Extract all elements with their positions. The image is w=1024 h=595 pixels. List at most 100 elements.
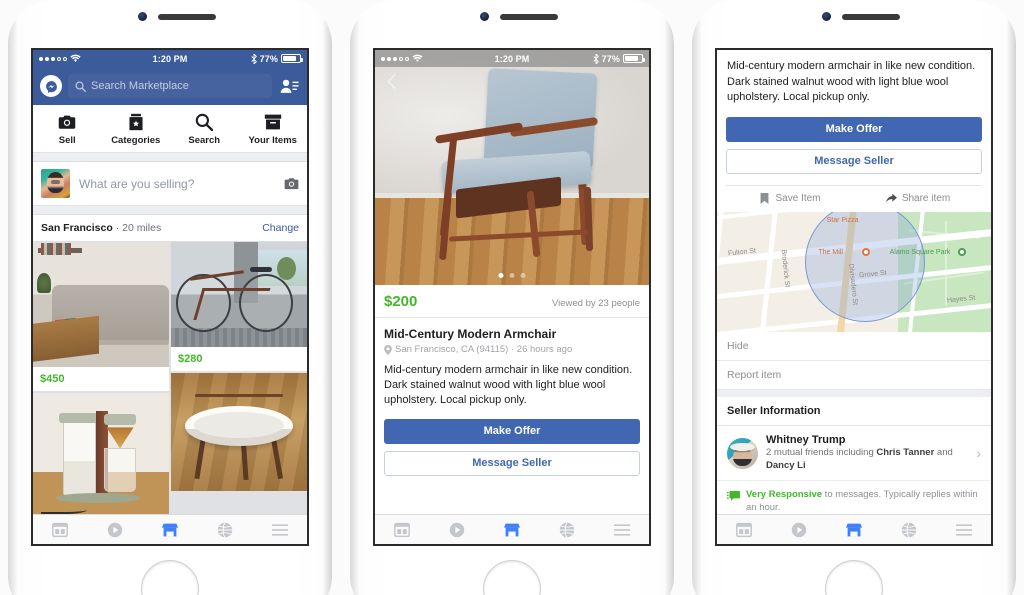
responsiveness-text: Very Responsive to messages. Typically r… xyxy=(746,489,978,514)
status-bar: 1:20 PM 77% xyxy=(33,50,307,67)
friend-requests-icon[interactable] xyxy=(278,76,300,96)
location-pin-icon xyxy=(384,344,392,355)
make-offer-button[interactable]: Make Offer xyxy=(384,418,640,444)
quick-action-categories[interactable]: Categories xyxy=(102,113,171,146)
listing-card[interactable] xyxy=(33,393,169,525)
tab-news-feed[interactable] xyxy=(33,522,88,538)
composer-placeholder: What are you selling? xyxy=(79,176,195,191)
map-poi-label: Alamo Square Park xyxy=(889,249,951,257)
item-description: Mid-century modern armchair in like new … xyxy=(727,60,976,104)
tab-news-feed[interactable] xyxy=(717,522,772,538)
item-gallery[interactable]: 1:20 PM 77% xyxy=(375,50,649,285)
listing-card[interactable] xyxy=(171,373,307,491)
status-time: 1:20 PM xyxy=(494,53,530,64)
listing-image-table xyxy=(171,373,307,491)
quick-action-search[interactable]: Search xyxy=(170,113,239,146)
hide-row[interactable]: Hide xyxy=(717,331,991,361)
quick-action-label: Sell xyxy=(58,135,76,146)
tab-news-feed[interactable] xyxy=(375,522,430,538)
quick-action-sell[interactable]: Sell xyxy=(33,113,102,146)
tab-marketplace[interactable] xyxy=(143,522,198,538)
tab-menu[interactable] xyxy=(594,522,649,538)
report-item-row[interactable]: Report item xyxy=(717,360,991,390)
bottom-tab-bar xyxy=(375,514,649,544)
save-share-row: Save Item Share item xyxy=(726,184,982,212)
earpiece-speaker xyxy=(158,14,216,20)
messenger-icon[interactable] xyxy=(40,75,62,97)
status-time: 1:20 PM xyxy=(152,53,188,64)
share-item-button[interactable]: Share item xyxy=(854,193,982,204)
tab-menu[interactable] xyxy=(252,522,307,538)
earpiece-speaker xyxy=(842,14,900,20)
screenshot-stage: 1:20 PM 77% Search Marketplace Sell Cate… xyxy=(0,0,1024,595)
quick-action-your-items[interactable]: Your Items xyxy=(239,113,308,146)
share-item-label: Share item xyxy=(901,192,951,204)
tab-notifications[interactable] xyxy=(197,521,252,538)
listing-card[interactable]: $280 xyxy=(171,242,307,371)
quick-action-label: Categories xyxy=(111,135,161,146)
tab-notifications[interactable] xyxy=(539,521,594,538)
composer-row[interactable]: What are you selling? xyxy=(33,162,307,206)
seller-info: Whitney Trump 2 mutual friends including… xyxy=(766,434,968,473)
tab-marketplace[interactable] xyxy=(485,522,540,538)
location-map[interactable]: Fulton St Broderick St Divisadero St Gro… xyxy=(717,211,991,332)
bluetooth-icon xyxy=(593,53,599,64)
front-camera-icon xyxy=(822,12,831,21)
back-chevron-icon xyxy=(387,74,396,89)
earpiece-speaker xyxy=(500,14,558,20)
listing-image-bicycle xyxy=(171,242,307,347)
globe-icon xyxy=(901,521,916,538)
save-item-label: Save Item xyxy=(775,192,821,204)
chevron-right-icon: › xyxy=(976,445,981,462)
tab-video[interactable] xyxy=(772,522,827,538)
bottom-tab-bar xyxy=(717,514,991,544)
map-road-left xyxy=(717,211,725,332)
location-bar: San Francisco · 20 miles Change xyxy=(33,215,307,242)
tab-notifications[interactable] xyxy=(881,521,936,538)
listing-image-sofa xyxy=(33,242,169,367)
quick-actions-row: Sell Categories Search Your Items xyxy=(33,105,307,153)
front-camera-icon xyxy=(138,12,147,21)
item-description: Mid-century modern armchair in like new … xyxy=(384,364,633,407)
wifi-icon xyxy=(412,54,423,62)
map-poi-label: The Mill xyxy=(818,249,843,257)
seller-row[interactable]: Whitney Trump 2 mutual friends including… xyxy=(717,425,991,482)
marketplace-storefront-icon xyxy=(161,523,178,536)
battery-percent: 77% xyxy=(259,53,278,64)
map-road-broderick xyxy=(758,211,780,332)
make-offer-button[interactable]: Make Offer xyxy=(726,116,982,142)
tab-video[interactable] xyxy=(430,522,485,538)
map-pin-alamo-square-park xyxy=(958,247,967,256)
tab-menu[interactable] xyxy=(936,522,991,538)
seller-information-heading: Seller Information xyxy=(717,389,991,426)
view-count: Viewed by 23 people xyxy=(551,298,640,309)
search-input[interactable]: Search Marketplace xyxy=(68,74,272,98)
marketplace-storefront-icon xyxy=(503,523,520,536)
phone1-screen: 1:20 PM 77% Search Marketplace Sell Cate… xyxy=(31,48,309,546)
save-item-button[interactable]: Save Item xyxy=(726,192,854,204)
tab-marketplace[interactable] xyxy=(827,522,882,538)
message-seller-button[interactable]: Message Seller xyxy=(384,450,640,476)
item-photo-armchair xyxy=(435,68,605,264)
listing-card[interactable]: $450 xyxy=(33,242,169,391)
camera-icon xyxy=(59,115,76,129)
video-play-icon xyxy=(107,522,123,537)
gallery-page-dots[interactable] xyxy=(498,273,526,278)
hamburger-menu-icon xyxy=(271,523,288,536)
back-button[interactable] xyxy=(384,74,399,94)
bookmark-icon xyxy=(761,192,769,204)
signal-dots-icon xyxy=(381,56,409,61)
globe-icon xyxy=(217,521,232,538)
tab-video[interactable] xyxy=(88,522,143,538)
front-camera-icon xyxy=(480,12,489,21)
app-header: Search Marketplace xyxy=(33,67,307,105)
news-feed-icon xyxy=(394,522,411,537)
camera-icon[interactable] xyxy=(284,177,299,190)
phone-seller-info: Mid-century modern armchair in like new … xyxy=(692,0,1016,595)
video-play-icon xyxy=(449,522,465,537)
change-location-button[interactable]: Change xyxy=(262,222,299,234)
map-pin-the-mill xyxy=(862,247,871,256)
hamburger-menu-icon xyxy=(613,523,630,536)
globe-icon xyxy=(559,521,574,538)
message-seller-button[interactable]: Message Seller xyxy=(726,148,982,174)
